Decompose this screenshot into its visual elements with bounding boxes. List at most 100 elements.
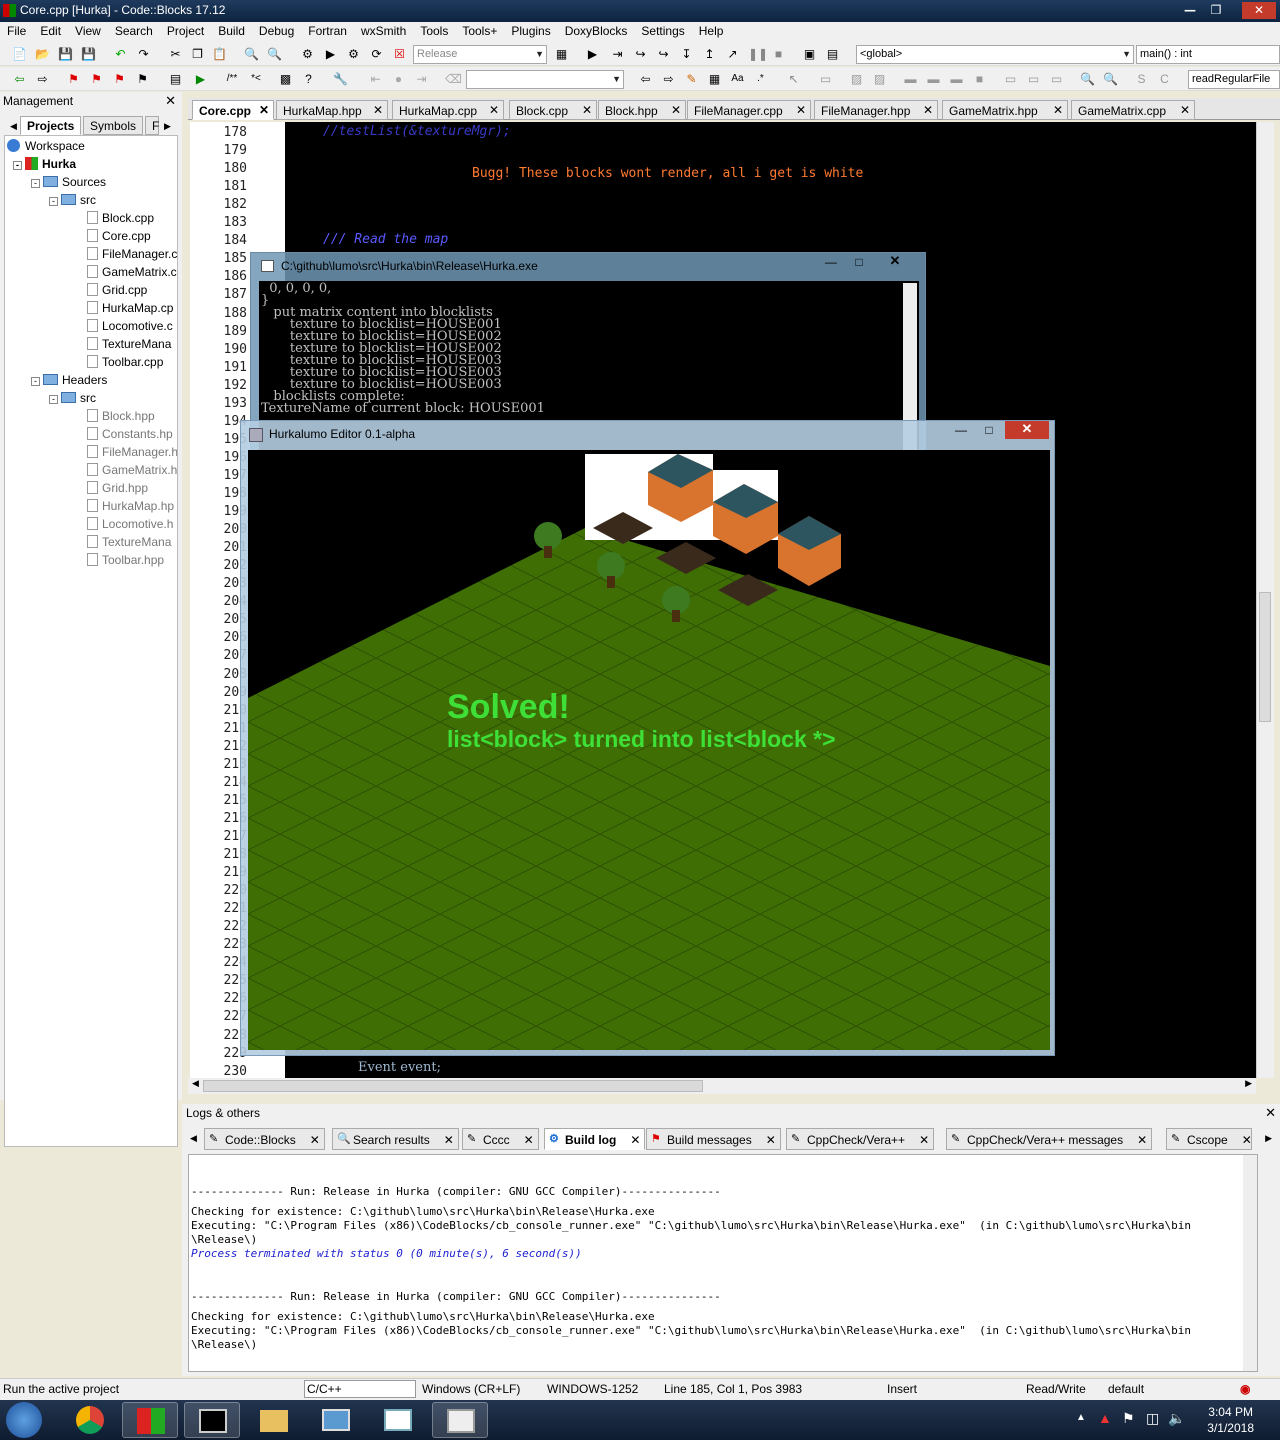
tree-file-item[interactable]: FileManager.c — [87, 246, 177, 263]
sizer2-icon[interactable]: ▬ — [926, 72, 941, 86]
menu-tools[interactable]: Tools — [413, 22, 455, 42]
minimize-button[interactable]: — — [1178, 2, 1202, 19]
menu-debug[interactable]: Debug — [252, 22, 301, 42]
taskbar-image-viewer[interactable] — [308, 1402, 364, 1438]
menu-wxsmith[interactable]: wxSmith — [354, 22, 413, 42]
close-icon[interactable]: ✕ — [630, 1133, 640, 1147]
menu-help[interactable]: Help — [692, 22, 731, 42]
close-icon[interactable]: ✕ — [1137, 1133, 1147, 1147]
prev-icon[interactable]: ⇤ — [368, 72, 383, 86]
close-button[interactable]: ✕ — [1242, 2, 1276, 19]
menu-view[interactable]: View — [68, 22, 108, 42]
maximize-button[interactable]: □ — [975, 423, 1003, 439]
start-button[interactable] — [6, 1402, 42, 1438]
collapse-icon[interactable]: - — [31, 179, 40, 188]
step-out-icon[interactable]: ↥ — [702, 47, 717, 61]
paste-icon[interactable]: 📋 — [212, 47, 227, 61]
scroll-left-icon[interactable]: ◀ — [190, 1133, 197, 1144]
pause-icon[interactable]: ❚❚ — [748, 47, 768, 61]
close-icon[interactable]: ✕ — [1053, 103, 1063, 117]
menu-build[interactable]: Build — [211, 22, 252, 42]
scroll-left-icon[interactable]: ◀ — [192, 1078, 199, 1089]
game-canvas[interactable]: Solved! list<block> turned into list<blo… — [248, 450, 1050, 1050]
highlight-icon[interactable]: ✎ — [684, 72, 699, 86]
tree-file-item[interactable]: Locomotive.h — [87, 516, 173, 533]
tree-file-item[interactable]: Core.cpp — [87, 228, 151, 245]
frame-icon[interactable]: ▨ — [849, 72, 864, 86]
next-instruction-icon[interactable]: ↪ — [656, 47, 671, 61]
tree-file-item[interactable]: Constants.hp — [87, 426, 173, 443]
step-instruction-icon[interactable]: ↗ — [725, 47, 740, 61]
tab-block-hpp[interactable]: Block.hpp ✕ — [598, 100, 686, 120]
tab-cppcheck-messages[interactable]: ✎ CppCheck/Vera++ messages ✕ — [946, 1128, 1153, 1150]
menu-settings[interactable]: Settings — [634, 22, 691, 42]
close-icon[interactable]: ✕ — [310, 1133, 320, 1147]
selected-text-icon[interactable]: ▦ — [707, 72, 722, 86]
bookmark-toggle-icon[interactable]: ⚑ — [66, 72, 81, 86]
close-icon[interactable]: ✕ — [165, 93, 176, 109]
tree-file-item[interactable]: Grid.hpp — [87, 480, 148, 497]
close-icon[interactable]: ✕ — [919, 1133, 929, 1147]
tab-symbols[interactable]: Symbols — [83, 116, 144, 135]
copy-icon[interactable]: ❐ — [190, 47, 205, 61]
tree-project-hurka[interactable]: - Hurka — [13, 156, 76, 173]
tab-codeblocks-log[interactable]: ✎ Code::Blocks ✕ — [204, 1128, 325, 1150]
target-options-icon[interactable]: ▦ — [554, 47, 569, 61]
sizer4-icon[interactable]: ■ — [972, 72, 987, 86]
build-gear-icon[interactable]: ⚙ — [300, 47, 315, 61]
tree-folder-src[interactable]: - src — [49, 390, 96, 407]
tab-hurkamap-cpp[interactable]: HurkaMap.cpp ✕ — [392, 100, 504, 120]
show-hidden-icons[interactable]: ▲ — [1076, 1412, 1086, 1423]
bookmark-clear-icon[interactable]: ⚑ — [135, 72, 150, 86]
debug-windows-icon[interactable]: ▣ — [802, 47, 817, 61]
tree-file-item[interactable]: TextureMana — [87, 534, 171, 551]
collapse-icon[interactable]: - — [49, 395, 58, 404]
tree-file-item[interactable]: Block.cpp — [87, 210, 154, 227]
menu-doxyblocks[interactable]: DoxyBlocks — [558, 22, 635, 42]
scroll-left-icon[interactable]: ◀ — [6, 119, 21, 133]
menu-project[interactable]: Project — [160, 22, 211, 42]
tree-file-item[interactable]: GameMatrix.c — [87, 264, 177, 281]
minimize-button[interactable]: — — [947, 423, 975, 439]
collapse-icon[interactable]: - — [13, 161, 22, 170]
find-prev-icon[interactable]: ⇦ — [638, 72, 653, 86]
scroll-thumb[interactable] — [1259, 592, 1271, 722]
settings-wrench-icon[interactable]: 🔧 — [333, 72, 348, 86]
editor-hscrollbar[interactable]: ◀ ▶ — [188, 1078, 1256, 1094]
tree-folder-sources[interactable]: - Sources — [31, 174, 106, 191]
minimize-button[interactable]: — — [817, 255, 845, 271]
rebuild-icon[interactable]: ⟳ — [369, 47, 384, 61]
close-button[interactable]: ✕ — [1005, 421, 1049, 439]
taskbar-notepad[interactable] — [370, 1402, 426, 1438]
dialog-icon[interactable]: ▨ — [872, 72, 887, 86]
build-run-icon[interactable]: ⚙ — [346, 47, 361, 61]
tree-file-item[interactable]: FileManager.h — [87, 444, 177, 461]
taskbar-explorer[interactable] — [246, 1402, 302, 1438]
tree-folder-headers[interactable]: - Headers — [31, 372, 107, 389]
tree-file-item[interactable]: TextureMana — [87, 336, 171, 353]
close-button[interactable]: ✕ — [875, 253, 915, 271]
tree-file-item[interactable]: Toolbar.cpp — [87, 354, 163, 371]
taskbar-chrome[interactable] — [62, 1402, 118, 1438]
tab-block-cpp[interactable]: Block.cpp ✕ — [509, 100, 597, 120]
close-icon[interactable]: ✕ — [489, 103, 499, 117]
action-center-icon[interactable]: ⚑ — [1122, 1410, 1135, 1427]
collapse-icon[interactable]: - — [49, 197, 58, 206]
spacer3-icon[interactable]: ▭ — [1049, 72, 1064, 86]
scroll-right-icon[interactable]: ▶ — [1265, 1133, 1272, 1144]
select-pointer-icon[interactable]: ↖ — [786, 72, 801, 86]
tree-file-item[interactable]: Locomotive.c — [87, 318, 173, 335]
step-into-icon[interactable]: ↧ — [679, 47, 694, 61]
scroll-thumb[interactable] — [203, 1080, 703, 1092]
maximize-button[interactable]: □ — [845, 255, 873, 271]
line-comment-icon[interactable]: *< — [247, 72, 265, 86]
close-icon[interactable]: ✕ — [259, 103, 269, 117]
clear-icon[interactable]: ⌫ — [445, 72, 462, 86]
tab-cccc[interactable]: ✎ Cccc ✕ — [462, 1128, 539, 1150]
tab-gamematrix-hpp[interactable]: GameMatrix.hpp ✕ — [942, 100, 1068, 120]
tree-file-item[interactable]: Toolbar.hpp — [87, 552, 164, 569]
tab-search-results[interactable]: 🔍 Search results ✕ — [332, 1128, 459, 1150]
next-icon[interactable]: ⇥ — [414, 72, 429, 86]
bookmark-next-icon[interactable]: ⚑ — [112, 72, 127, 86]
menu-plugins[interactable]: Plugins — [504, 22, 557, 42]
